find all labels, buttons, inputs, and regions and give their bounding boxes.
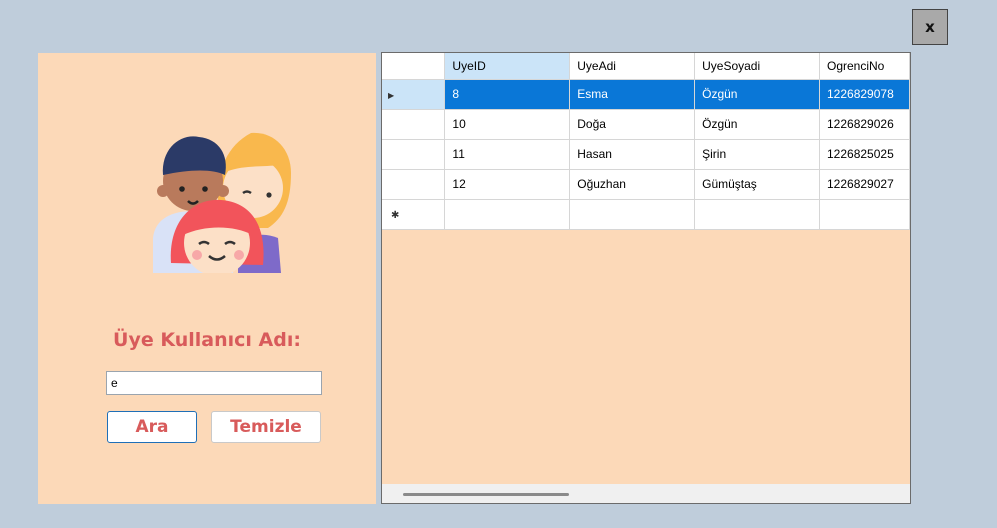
new-cell-uyesoyadi[interactable]: [694, 199, 820, 230]
grid-corner-header[interactable]: [382, 53, 446, 80]
table-row[interactable]: ▶ 8 Esma Özgün 1226829078: [382, 79, 910, 110]
cell-uyeid[interactable]: 12: [444, 169, 571, 200]
cell-uyesoyadi[interactable]: Özgün: [694, 109, 820, 140]
column-header-uyeid[interactable]: UyeID: [444, 53, 571, 80]
column-header-ogrencino[interactable]: OgrenciNo: [819, 53, 910, 80]
row-header[interactable]: ✱: [382, 199, 446, 230]
search-button[interactable]: Ara: [107, 411, 197, 443]
cell-ogrencino[interactable]: 1226825025: [819, 139, 910, 170]
table-row[interactable]: 10 Doğa Özgün 1226829026: [382, 109, 910, 140]
horizontal-scrollbar[interactable]: [382, 484, 910, 503]
cell-uyeadi[interactable]: Oğuzhan: [569, 169, 696, 200]
grid-header-row: UyeID UyeAdi UyeSoyadi OgrenciNo: [382, 53, 910, 80]
new-row[interactable]: ✱: [382, 199, 910, 230]
scrollbar-thumb[interactable]: [403, 493, 569, 496]
row-header[interactable]: ▶: [382, 79, 446, 110]
cell-uyesoyadi[interactable]: Şirin: [694, 139, 820, 170]
search-panel: Üye Kullanıcı Adı: Ara Temizle: [38, 53, 376, 504]
cell-uyesoyadi[interactable]: Özgün: [694, 79, 820, 110]
table-row[interactable]: 12 Oğuzhan Gümüştaş 1226829027: [382, 169, 910, 200]
column-header-uyeadi[interactable]: UyeAdi: [569, 53, 696, 80]
members-table: UyeID UyeAdi UyeSoyadi OgrenciNo ▶ 8 Esm…: [382, 53, 910, 230]
cell-uyeid[interactable]: 10: [444, 109, 571, 140]
new-cell-uyeadi[interactable]: [569, 199, 696, 230]
cell-ogrencino[interactable]: 1226829027: [819, 169, 910, 200]
new-cell-uyeid[interactable]: [444, 199, 571, 230]
new-cell-ogrencino[interactable]: [819, 199, 910, 230]
row-header[interactable]: [382, 109, 446, 140]
cell-uyeadi[interactable]: Hasan: [569, 139, 696, 170]
row-header[interactable]: [382, 169, 446, 200]
close-button[interactable]: x: [912, 9, 948, 45]
current-row-arrow-icon: ▶: [388, 91, 395, 100]
table-row[interactable]: 11 Hasan Şirin 1226825025: [382, 139, 910, 170]
cell-ogrencino[interactable]: 1226829078: [819, 79, 910, 110]
clear-button[interactable]: Temizle: [211, 411, 321, 443]
cell-uyeid[interactable]: 11: [444, 139, 571, 170]
cell-uyeadi[interactable]: Esma: [569, 79, 696, 110]
members-data-grid[interactable]: UyeID UyeAdi UyeSoyadi OgrenciNo ▶ 8 Esm…: [381, 52, 911, 504]
kids-group-avatar-icon: [153, 132, 291, 273]
new-row-asterisk-icon: ✱: [391, 210, 400, 221]
cell-ogrencino[interactable]: 1226829026: [819, 109, 910, 140]
row-header[interactable]: [382, 139, 446, 170]
column-header-uyesoyadi[interactable]: UyeSoyadi: [694, 53, 820, 80]
username-search-input[interactable]: [106, 371, 322, 395]
member-username-label: Üye Kullanıcı Adı:: [113, 329, 301, 351]
cell-uyeid[interactable]: 8: [444, 79, 571, 110]
cell-uyeadi[interactable]: Doğa: [569, 109, 696, 140]
cell-uyesoyadi[interactable]: Gümüştaş: [694, 169, 820, 200]
